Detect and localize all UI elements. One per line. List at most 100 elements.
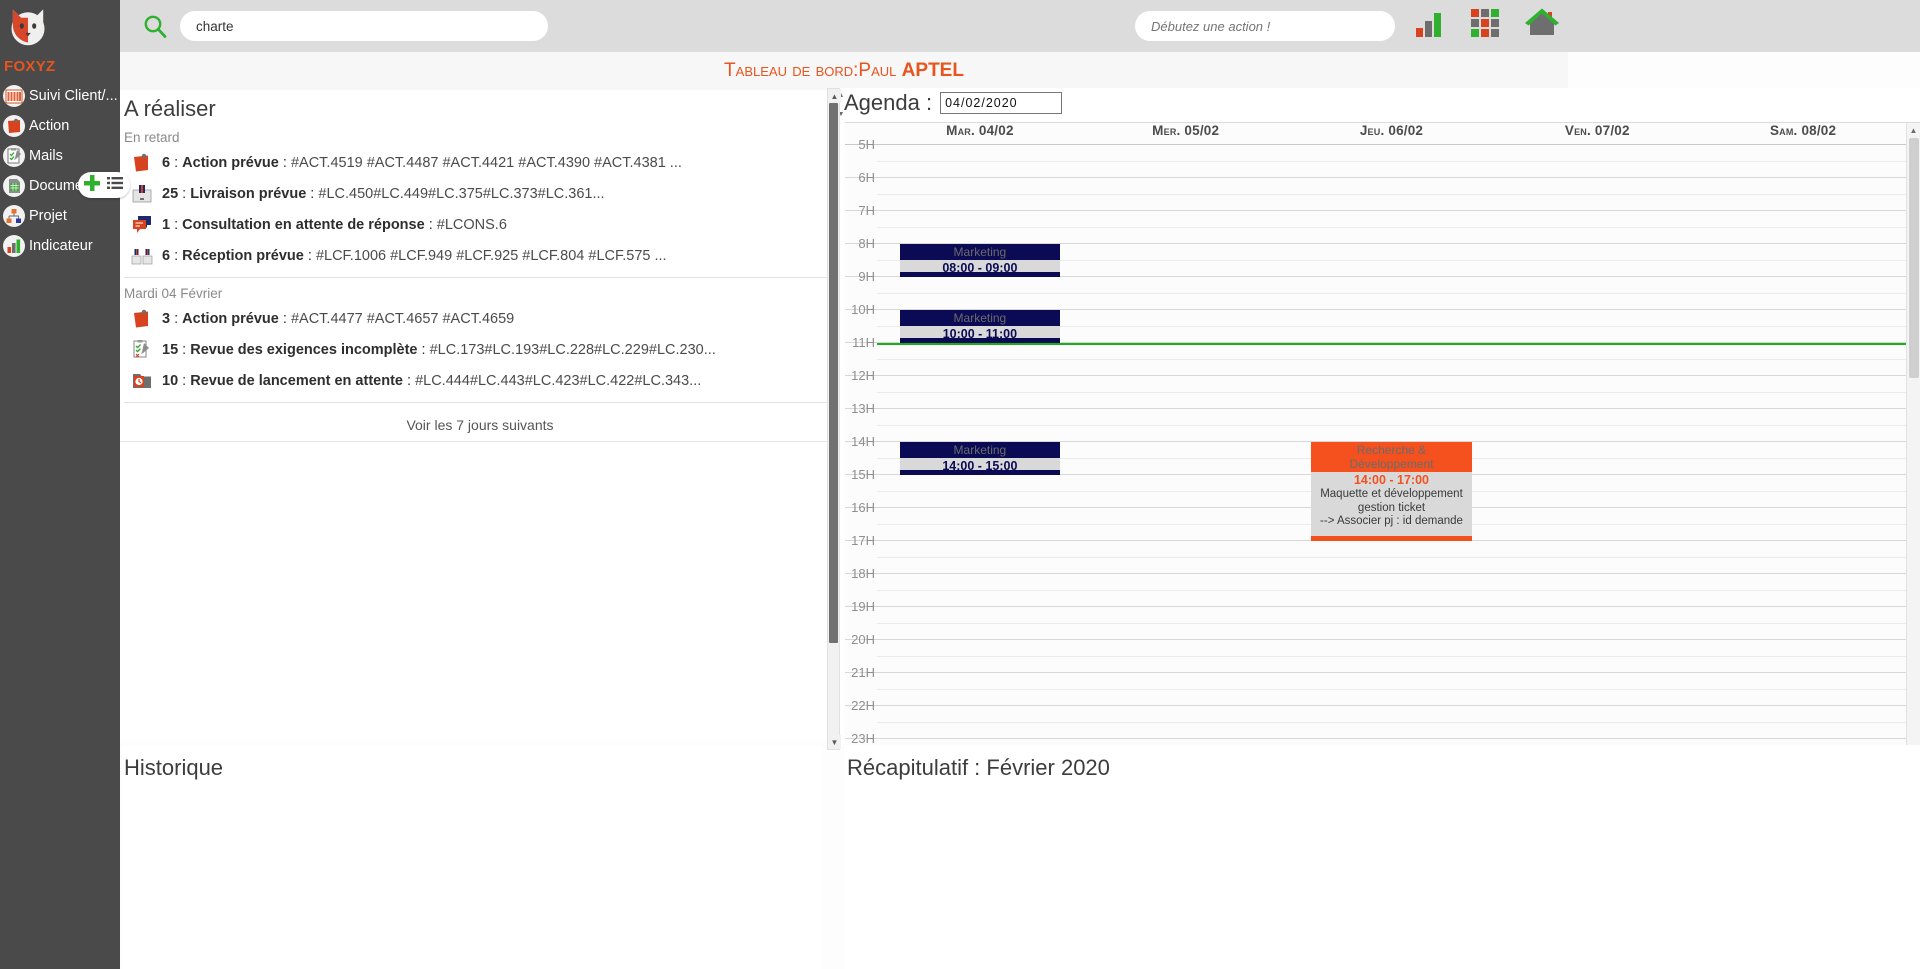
task-ids: #LC.444#LC.443#LC.423#LC.422#LC.343... <box>415 372 702 389</box>
hour-label: 10H <box>851 302 875 317</box>
hour-row[interactable]: 13H <box>845 401 1920 442</box>
half-hour-gridline <box>877 689 1906 690</box>
dashboard-page: FOXYZ Suivi Client/... Action Mails Docu… <box>0 0 1920 969</box>
hour-row[interactable]: 18H <box>845 566 1920 607</box>
start-action-input[interactable] <box>1135 11 1395 41</box>
calendar-event[interactable]: Recherche & Développement 14:00 - 17:00 Ma… <box>1311 442 1472 541</box>
day-header[interactable]: Mer. 05/02 <box>1083 123 1289 144</box>
hour-label: 21H <box>851 665 875 680</box>
calendar-event[interactable]: Marketing 10:00 - 11:00 <box>899 310 1061 343</box>
scroll-thumb[interactable] <box>1909 138 1919 378</box>
page-title-prefix: Tableau de bord <box>724 60 854 81</box>
hour-row[interactable]: 20H <box>845 632 1920 673</box>
hour-label: 9H <box>858 269 875 284</box>
hour-row[interactable]: 22H <box>845 698 1920 739</box>
page-title-user-last: APTEL <box>901 60 964 81</box>
hour-label: 7H <box>858 203 875 218</box>
hour-row[interactable]: 5H <box>845 137 1920 178</box>
calendar-event[interactable]: Marketing 08:00 - 09:00 <box>899 244 1061 277</box>
task-ids: #ACT.4477 #ACT.4657 #ACT.4659 <box>290 310 515 327</box>
calendar-event[interactable]: Marketing14:00 - 15:00Amélioration PJ ma… <box>899 442 1061 475</box>
hour-row[interactable]: 9H <box>845 269 1920 310</box>
hour-label: 18H <box>851 566 875 581</box>
group-label: En retard <box>124 130 180 145</box>
task-count: 10 <box>162 372 179 389</box>
list-icon[interactable] <box>106 174 124 197</box>
projet-icon <box>3 205 25 227</box>
hour-row[interactable]: 11H <box>845 335 1920 376</box>
fox-logo-icon <box>11 9 45 46</box>
sidebar-item-projet[interactable]: Projet <box>0 201 120 231</box>
hour-label: 20H <box>851 632 875 647</box>
hour-row[interactable]: 17H <box>845 533 1920 574</box>
building-icon <box>3 85 25 107</box>
topbar-icon-group <box>1412 6 1560 45</box>
day-header[interactable]: Jeu. 06/02 <box>1289 123 1495 144</box>
hour-label: 14H <box>851 434 875 449</box>
hour-label: 19H <box>851 599 875 614</box>
plus-icon[interactable] <box>82 173 102 198</box>
grid-apps-icon[interactable] <box>1468 6 1502 45</box>
half-hour-gridline <box>877 656 1906 657</box>
hour-row[interactable]: 12H <box>845 368 1920 409</box>
event-footer-bar <box>1311 536 1472 541</box>
sidebar-item-label: Suivi Client/... <box>29 88 118 104</box>
task-row[interactable]: 3 : Action prévue : #ACT.4477 #ACT.4657 … <box>120 303 840 334</box>
half-hour-gridline <box>877 722 1906 723</box>
sticky-note-icon <box>130 151 154 175</box>
scroll-down-icon[interactable]: ▼ <box>828 735 841 749</box>
task-ids: #LC.450#LC.449#LC.375#LC.373#LC.361... <box>318 185 605 202</box>
see-next-7-days-link[interactable]: Voir les 7 jours suivants <box>120 407 840 441</box>
sidebar-item-suivi-client[interactable]: Suivi Client/... <box>0 81 120 111</box>
home-icon[interactable] <box>1524 6 1560 45</box>
task-count: 3 <box>162 310 171 327</box>
task-text: 3 : Action prévue : #ACT.4477 #ACT.4657 … <box>162 310 515 327</box>
historique-panel: Historique <box>122 745 822 969</box>
hour-row[interactable]: 19H <box>845 599 1920 640</box>
scroll-up-icon[interactable]: ▲ <box>828 89 841 103</box>
task-label: Réception prévue <box>182 247 304 264</box>
bar-chart-icon <box>3 235 25 257</box>
event-footer-bar <box>899 338 1061 343</box>
day-header[interactable]: Sam. 08/02 <box>1700 123 1906 144</box>
agenda-date-input[interactable] <box>940 92 1063 114</box>
sidebar-item-label: Indicateur <box>29 238 93 254</box>
task-text: 1 : Consultation en attente de réponse :… <box>162 216 507 233</box>
event-category: Marketing <box>899 442 1061 459</box>
event-category: Marketing <box>899 310 1061 327</box>
calendar-body[interactable]: 5H 6H 7H 8H 9H 10H 11H 12H 13H 14H 15H 16H 17H 18H 19H… <box>845 137 1920 750</box>
task-row[interactable]: 25 : Livraison prévue : #LC.450#LC.449#L… <box>120 178 840 209</box>
day-header[interactable]: Mar. 04/02 <box>877 123 1083 144</box>
event-footer-bar <box>899 272 1061 277</box>
sidebar-item-action[interactable]: Action <box>0 111 120 141</box>
task-row[interactable]: 10 : Revue de lancement en attente : #LC… <box>120 365 840 396</box>
hour-label: 5H <box>858 137 875 152</box>
task-row[interactable]: 6 : Réception prévue : #LCF.1006 #LCF.94… <box>120 240 840 271</box>
sidebar-item-mails[interactable]: Mails <box>0 141 120 171</box>
task-text: 6 : Action prévue : #ACT.4519 #ACT.4487 … <box>162 154 682 171</box>
task-row[interactable]: 6 : Action prévue : #ACT.4519 #ACT.4487 … <box>120 147 840 178</box>
event-category: Recherche & Développement <box>1311 442 1472 473</box>
half-hour-gridline <box>877 425 1906 426</box>
search-icon[interactable] <box>142 13 168 39</box>
calendar-scrollbar[interactable]: ▲ <box>1906 123 1920 750</box>
task-row[interactable]: 1 : Consultation en attente de réponse :… <box>120 209 840 240</box>
group-divider <box>124 277 836 278</box>
current-time-line <box>877 343 1906 345</box>
todo-scrollbar[interactable]: ▲ ▼ <box>827 88 841 750</box>
scroll-up-icon[interactable]: ▲ <box>1907 123 1920 137</box>
agenda-header: Agenda : <box>840 88 1920 122</box>
app-logo[interactable] <box>0 0 120 52</box>
hour-row[interactable]: 7H <box>845 203 1920 244</box>
day-header[interactable]: Ven. 07/02 <box>1494 123 1700 144</box>
sidebar-item-indicateur[interactable]: Indicateur <box>0 231 120 261</box>
task-row[interactable]: 15 : Revue des exigences incomplète : #L… <box>120 334 840 365</box>
task-ids: #LC.173#LC.193#LC.228#LC.229#LC.230... <box>429 341 716 358</box>
scroll-thumb[interactable] <box>829 103 838 643</box>
task-count: 6 <box>162 154 171 171</box>
bar-chart-icon[interactable] <box>1412 6 1446 45</box>
hour-row[interactable]: 6H <box>845 170 1920 211</box>
hour-row[interactable]: 21H <box>845 665 1920 706</box>
todo-group-overdue: En retard 6 : Action prévue : #ACT.4519 … <box>120 126 840 271</box>
search-input[interactable] <box>180 11 548 41</box>
